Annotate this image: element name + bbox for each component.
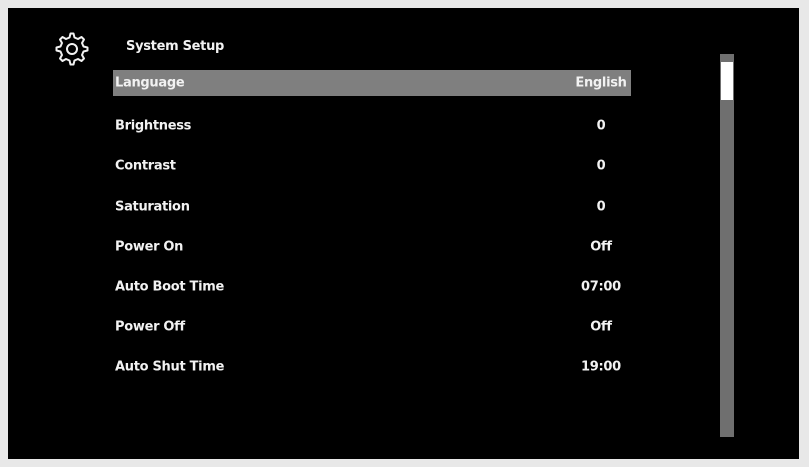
page-title: System Setup — [126, 39, 225, 54]
gear-icon — [55, 32, 89, 66]
menu-item-label: Brightness — [115, 118, 192, 134]
menu-item-value: 0 — [596, 158, 606, 174]
menu-item-label: Saturation — [115, 199, 190, 215]
menu-item-label: Power On — [115, 239, 184, 255]
menu-item-label: Contrast — [115, 158, 176, 174]
menu-item-language[interactable]: Language English — [113, 70, 631, 96]
menu-item-value: 19:00 — [581, 359, 621, 375]
settings-menu: Language English Brightness 0 Contrast 0… — [113, 70, 631, 392]
menu-item-auto-boot-time[interactable]: Auto Boot Time 07:00 — [113, 271, 631, 303]
menu-item-label: Power Off — [115, 319, 185, 335]
tv-screen: System Setup Language English Brightness… — [8, 8, 799, 459]
menu-item-saturation[interactable]: Saturation 0 — [113, 191, 631, 223]
menu-item-brightness[interactable]: Brightness 0 — [113, 110, 631, 142]
menu-item-value: 0 — [596, 118, 606, 134]
menu-item-value: 07:00 — [581, 279, 621, 295]
menu-item-label: Language — [115, 75, 185, 91]
scrollbar[interactable] — [720, 54, 734, 437]
scrollbar-thumb[interactable] — [721, 62, 733, 100]
menu-item-label: Auto Shut Time — [115, 359, 225, 375]
menu-item-auto-shut-time[interactable]: Auto Shut Time 19:00 — [113, 351, 631, 383]
menu-item-power-off[interactable]: Power Off Off — [113, 311, 631, 343]
menu-item-value: Off — [590, 319, 612, 335]
menu-item-value: 0 — [596, 199, 606, 215]
menu-item-contrast[interactable]: Contrast 0 — [113, 150, 631, 182]
menu-item-value: English — [575, 75, 627, 91]
menu-item-power-on[interactable]: Power On Off — [113, 231, 631, 263]
menu-item-value: Off — [590, 239, 612, 255]
menu-item-label: Auto Boot Time — [115, 279, 224, 295]
